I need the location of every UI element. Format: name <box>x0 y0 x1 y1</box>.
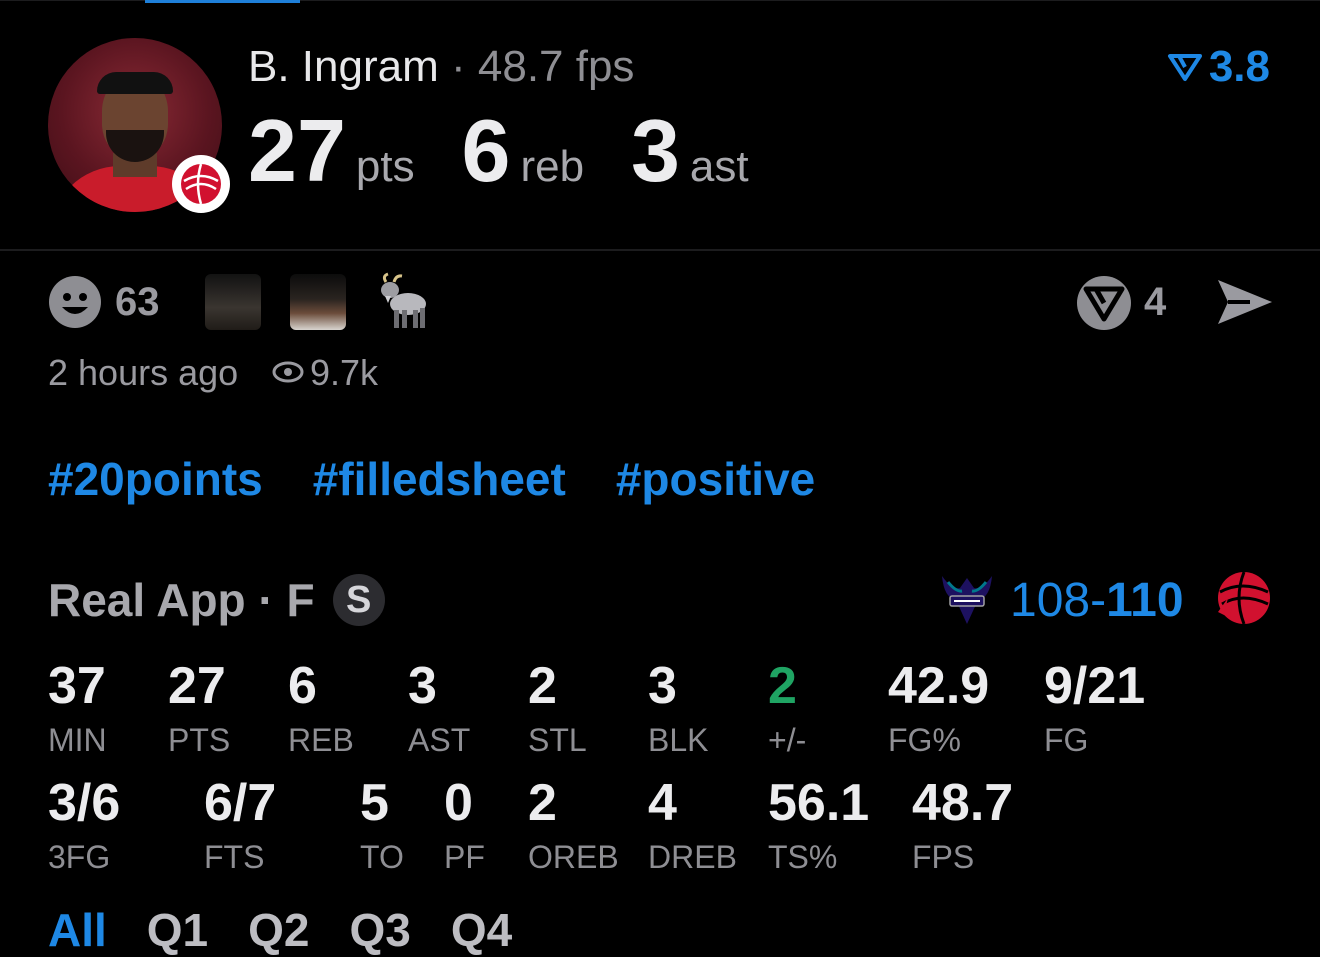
stat-value: 5 <box>360 774 389 832</box>
hashtag-positive[interactable]: #positive <box>616 452 815 506</box>
stat-pts: 27 PTS <box>168 660 230 756</box>
points-value: 27 <box>248 101 346 200</box>
stat-value: 2 <box>528 774 557 832</box>
stat-stl: 2 STL <box>528 660 587 756</box>
stat-value: 3 <box>648 657 677 715</box>
quarter-tabs: All Q1 Q2 Q3 Q4 <box>48 903 512 957</box>
reaction-count[interactable]: 63 <box>115 280 160 325</box>
stat-label: 3FG <box>48 839 111 875</box>
stat-value: 9/21 <box>1044 657 1146 715</box>
assists-label: ast <box>689 142 749 191</box>
game-score[interactable]: 108-110 <box>1010 573 1184 628</box>
stat-oreb: 2 OREB <box>528 777 619 873</box>
header-divider <box>0 249 1320 251</box>
hornets-logo-icon[interactable] <box>938 568 996 628</box>
stat-value: 42.9 <box>888 657 990 715</box>
rating-badge[interactable]: 3.8 <box>1167 42 1270 92</box>
stat-label: STL <box>528 722 587 758</box>
player-name-line[interactable]: B. Ingram · 48.7 fps <box>248 42 634 92</box>
post-timestamp: 2 hours ago <box>48 352 239 393</box>
assists-value: 3 <box>630 101 680 200</box>
hashtag-filledsheet[interactable]: #filledsheet <box>313 452 566 506</box>
stat-label: PF <box>444 839 485 875</box>
stat-fts: 6/7 FTS <box>204 777 276 873</box>
tab-q4[interactable]: Q4 <box>451 903 512 957</box>
player-name: B. Ingram <box>248 42 439 91</box>
hashtag-20points[interactable]: #20points <box>48 452 263 506</box>
reaction-gif-1[interactable] <box>205 274 261 330</box>
score-raptors: 110 <box>1106 574 1184 627</box>
stat-label: DREB <box>648 839 737 875</box>
stat-fg-pct: 42.9 FG% <box>888 660 989 756</box>
stat-dreb: 4 DREB <box>648 777 737 873</box>
stat-min: 37 MIN <box>48 660 107 756</box>
stat-label: FG% <box>888 722 961 758</box>
stat-value: 2 <box>768 657 797 715</box>
stat-label: TS% <box>768 839 838 875</box>
stat-label: TO <box>360 839 404 875</box>
raptors-badge-icon <box>172 155 230 213</box>
send-icon[interactable] <box>1214 276 1274 328</box>
eye-icon <box>272 361 304 383</box>
stat-value: 37 <box>48 657 106 715</box>
game-source: Real App · F <box>48 574 315 626</box>
tab-q1[interactable]: Q1 <box>147 903 208 957</box>
stat-value: 6/7 <box>204 774 277 832</box>
stat-value: 3 <box>408 657 437 715</box>
stat-3fg: 3/6 3FG <box>48 777 120 873</box>
name-separator: · <box>450 42 466 91</box>
raptors-logo-icon[interactable] <box>1212 568 1272 628</box>
tab-q2[interactable]: Q2 <box>248 903 309 957</box>
stat-label: REB <box>288 722 354 758</box>
stat-value: 3/6 <box>48 774 121 832</box>
stat-label: +/- <box>768 722 807 758</box>
stat-label: MIN <box>48 722 107 758</box>
rebounds-label: reb <box>520 142 585 191</box>
reaction-gif-2[interactable] <box>290 274 346 330</box>
stat-to: 5 TO <box>360 777 404 873</box>
stat-label: FPS <box>912 839 975 875</box>
share-count[interactable]: 4 <box>1144 280 1166 325</box>
stat-value: 4 <box>648 774 677 832</box>
rebounds-value: 6 <box>461 101 511 200</box>
stat-ast: 3 AST <box>408 660 470 756</box>
headline-stats: 27 pts 6 reb 3 ast <box>248 100 749 202</box>
stat-reb: 6 REB <box>288 660 354 756</box>
stat-label: FTS <box>204 839 265 875</box>
view-count: 9.7k <box>310 352 379 393</box>
stat-label: BLK <box>648 722 709 758</box>
rating-value: 3.8 <box>1208 42 1270 91</box>
real-app-triangle-icon[interactable] <box>1076 275 1132 331</box>
stat-ts-pct: 56.1 TS% <box>768 777 869 873</box>
score-hornets: 108- <box>1010 574 1107 627</box>
stat-plus-minus: 2 +/- <box>768 660 806 756</box>
stat-pf: 0 PF <box>444 777 485 873</box>
stat-label: AST <box>408 722 471 758</box>
goat-icon[interactable] <box>372 272 432 332</box>
stat-label: OREB <box>528 839 619 875</box>
stat-fps: 48.7 FPS <box>912 777 1013 873</box>
tab-all[interactable]: All <box>48 903 107 957</box>
stat-label: FG <box>1044 722 1089 758</box>
status-badge[interactable]: S <box>332 574 385 626</box>
stat-value: 2 <box>528 657 557 715</box>
stat-blk: 3 BLK <box>648 660 708 756</box>
smile-reaction-icon[interactable] <box>48 275 102 329</box>
stat-value: 6 <box>288 657 317 715</box>
avatar-headband <box>97 72 173 94</box>
stat-value: 27 <box>168 657 226 715</box>
player-fps: 48.7 fps <box>477 42 635 91</box>
rating-icon <box>1167 54 1202 81</box>
stat-value: 56.1 <box>768 774 870 832</box>
points-label: pts <box>355 142 415 191</box>
game-source-line: Real App · F S <box>48 573 385 627</box>
stat-fg: 9/21 FG <box>1044 660 1145 756</box>
tab-q3[interactable]: Q3 <box>350 903 411 957</box>
stat-label: PTS <box>168 722 231 758</box>
stat-value: 0 <box>444 774 473 832</box>
hashtag-list: #20points #filledsheet #positive <box>48 452 815 506</box>
active-tab-indicator <box>145 0 300 3</box>
stat-value: 48.7 <box>912 774 1014 832</box>
